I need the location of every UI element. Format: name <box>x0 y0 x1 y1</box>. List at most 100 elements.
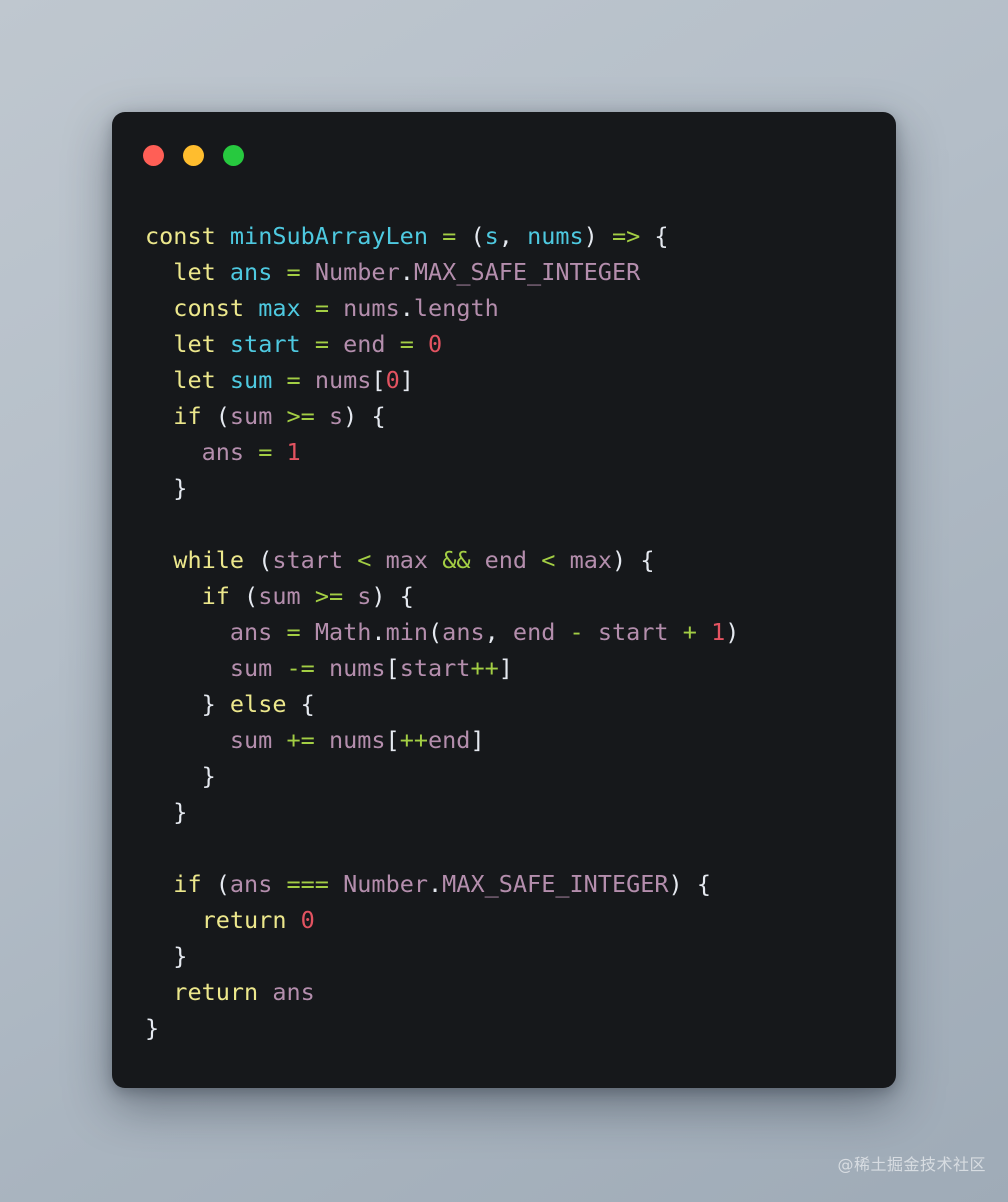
code-token-pun: { <box>696 870 712 898</box>
minimize-traffic-light-icon[interactable] <box>183 144 204 166</box>
code-token-var: max <box>385 546 429 574</box>
code-token-var: ans <box>272 978 315 1006</box>
code-token-op: ++ <box>399 726 428 754</box>
code-line: let ans = Number.MAX_SAFE_INTEGER <box>145 254 896 290</box>
code-token-pun <box>598 222 612 250</box>
close-traffic-light-icon[interactable] <box>143 144 164 166</box>
code-token-pun: ( <box>258 546 273 574</box>
code-token-pun: [ <box>371 366 386 394</box>
code-token-pun <box>428 546 442 574</box>
code-token-var: max <box>569 546 613 574</box>
code-block[interactable]: const minSubArrayLen = (s, nums) => { le… <box>112 198 896 1088</box>
code-token-pun <box>244 546 258 574</box>
code-token-var: sum <box>229 654 273 682</box>
code-token-pun: . <box>399 294 414 322</box>
code-token-kw: return <box>201 906 287 934</box>
code-token-pun <box>216 222 230 250</box>
code-token-pun <box>202 870 216 898</box>
code-token-op: => <box>611 222 641 250</box>
code-token-kw: const <box>173 294 245 322</box>
code-token-pun <box>315 726 329 754</box>
code-token-pun: } <box>145 1014 160 1042</box>
code-token-num: 0 <box>300 906 315 934</box>
code-token-op: >= <box>286 402 315 430</box>
code-token-pun <box>315 402 329 430</box>
code-token-op: + <box>682 618 697 646</box>
code-token-pun <box>230 582 244 610</box>
code-token-var: start <box>272 546 344 574</box>
code-token-kw: let <box>173 258 216 286</box>
code-token-kw: return <box>173 978 259 1006</box>
code-token-var: end <box>484 546 528 574</box>
code-token-pun <box>301 294 315 322</box>
code-token-pun <box>202 402 216 430</box>
code-token-var: start <box>399 654 471 682</box>
code-token-var: nums <box>343 294 400 322</box>
code-token-pun: ) <box>668 870 683 898</box>
code-token-pun: { <box>654 222 669 250</box>
code-token-var: nums <box>314 366 372 394</box>
code-line: } <box>145 758 896 794</box>
window-titlebar <box>112 112 896 198</box>
code-token-pun <box>216 366 230 394</box>
code-token-pun: ( <box>428 618 443 646</box>
code-token-pun <box>244 294 258 322</box>
code-token-pun: } <box>201 690 216 718</box>
code-token-decl: nums <box>527 222 584 250</box>
code-token-decl: max <box>258 294 301 322</box>
code-token-pun: . <box>371 618 386 646</box>
code-token-op: - <box>569 618 584 646</box>
code-line: if (ans === Number.MAX_SAFE_INTEGER) { <box>145 866 896 902</box>
code-token-op: === <box>286 870 329 898</box>
code-token-pun <box>329 330 343 358</box>
code-token-var: end <box>343 330 386 358</box>
code-token-var: length <box>413 294 499 322</box>
code-token-pun <box>343 582 357 610</box>
code-line: } <box>145 794 896 830</box>
code-token-pun: ( <box>215 870 230 898</box>
code-token-pun <box>216 258 230 286</box>
code-token-var: s <box>328 402 344 430</box>
code-token-pun <box>272 438 286 466</box>
code-token-pun: [ <box>385 726 400 754</box>
code-line: const minSubArrayLen = (s, nums) => { <box>145 218 896 254</box>
code-token-pun <box>669 618 683 646</box>
code-token-pun <box>216 690 230 718</box>
code-token-pun: } <box>173 474 188 502</box>
code-token-var: nums <box>328 654 386 682</box>
code-token-op: = <box>399 330 414 358</box>
code-token-pun <box>272 870 286 898</box>
code-token-pun: ) <box>343 402 358 430</box>
code-token-op: < <box>357 546 372 574</box>
code-token-op: = <box>314 330 329 358</box>
code-line: } else { <box>145 686 896 722</box>
code-token-op: = <box>314 294 329 322</box>
code-token-pun <box>386 582 400 610</box>
code-token-pun: . <box>399 258 414 286</box>
code-token-pun <box>272 654 286 682</box>
code-token-pun: } <box>173 942 188 970</box>
code-token-var: sum <box>229 402 273 430</box>
code-token-pun <box>470 546 484 574</box>
maximize-traffic-light-icon[interactable] <box>223 144 244 166</box>
code-token-op: && <box>442 546 471 574</box>
code-token-var: Math <box>314 618 372 646</box>
code-line: ans = 1 <box>145 434 896 470</box>
code-token-pun: } <box>173 798 188 826</box>
code-token-kw: else <box>229 690 287 718</box>
code-token-pun: ] <box>498 654 513 682</box>
code-token-pun <box>301 618 315 646</box>
code-token-pun <box>272 726 286 754</box>
code-token-pun <box>343 546 357 574</box>
code-token-pun: ) <box>725 618 740 646</box>
